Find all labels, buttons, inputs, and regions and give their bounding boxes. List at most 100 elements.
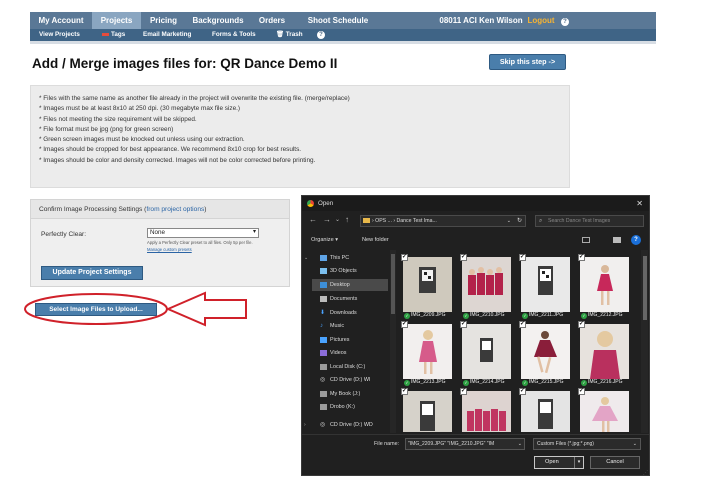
perfectly-clear-select[interactable]: None — [147, 228, 259, 238]
address-bar[interactable]: › OPS ... › Dance Test Ima... ⌄ ↻ — [360, 215, 526, 227]
tree-scroll-thumb[interactable] — [391, 254, 395, 314]
resize-grip-icon[interactable]: ⋰ — [643, 470, 648, 475]
nav-pricing[interactable]: Pricing — [141, 12, 186, 29]
tree-item[interactable]: My Book (J:) — [312, 388, 388, 400]
checkbox-icon[interactable]: ✓ — [460, 388, 467, 395]
nav-orders[interactable]: Orders — [250, 12, 294, 29]
help-icon[interactable]: ? — [631, 235, 641, 245]
new-folder-button[interactable]: New folder — [362, 233, 389, 247]
tree-item[interactable]: Local Disk (C:) — [312, 361, 388, 373]
file-thumbnail[interactable]: ✓ ✓ IMG_2215.JPG — [519, 321, 572, 386]
file-thumbnail[interactable]: ✓ — [401, 388, 454, 432]
file-thumbnail[interactable]: ✓ ✓ IMG_2214.JPG — [460, 321, 513, 387]
tree-item-label: Music — [330, 323, 345, 329]
file-thumbnail[interactable]: ✓ ✓ IMG_2213.JPG — [401, 321, 454, 386]
manage-presets-link[interactable]: Manage custom presets — [147, 247, 192, 252]
nav-divider — [30, 41, 656, 44]
subnav-view-projects[interactable]: View Projects — [39, 29, 80, 41]
up-arrow-icon[interactable]: ↑ — [345, 215, 349, 225]
file-name-text: IMG_2211.JPG — [529, 312, 564, 318]
tree-item-label: Drobo (K:) — [330, 404, 355, 410]
chevron-down-icon[interactable]: ⌄ — [507, 216, 511, 226]
processing-settings-panel: Confirm Image Processing Settings (from … — [30, 199, 290, 287]
close-icon[interactable]: ✕ — [636, 196, 643, 211]
nav-my-account[interactable]: My Account — [30, 12, 92, 29]
chevron-down-icon[interactable]: ⌄ — [335, 215, 340, 225]
tree-item[interactable]: ♪ Music — [312, 320, 388, 332]
back-arrow-icon[interactable]: ← — [309, 215, 317, 225]
chevron-down-icon[interactable]: ⌄ — [633, 439, 637, 449]
chevron-right-icon[interactable]: › — [304, 419, 306, 431]
tree-item[interactable]: Pictures — [312, 334, 388, 346]
tree-scrollbar[interactable] — [390, 250, 396, 433]
view-options-icon[interactable] — [582, 237, 590, 243]
project-options-link[interactable]: from project options — [146, 206, 204, 213]
file-thumbnail[interactable]: ✓ ✓ IMG_2210.JPG — [460, 254, 513, 319]
tree-item[interactable]: ⌄ This PC — [304, 252, 388, 264]
tree-item[interactable]: Videos — [312, 347, 388, 359]
tree-item[interactable]: ⬇ Downloads — [312, 307, 388, 319]
checkbox-icon[interactable]: ✓ — [578, 388, 585, 395]
subnav-help-button[interactable]: ? — [317, 29, 325, 41]
file-name-input[interactable]: "IMG_2209.JPG" "IMG_2210.JPG" "IM ⌄ — [405, 438, 525, 450]
tree-item[interactable]: ◎ CD Drive (D:) WI — [312, 374, 388, 386]
grid-scroll-thumb[interactable] — [642, 256, 647, 320]
checkbox-icon[interactable]: ✓ — [519, 388, 526, 395]
file-thumbnail[interactable]: ✓ ✓ IMG_2211.JPG — [519, 254, 572, 319]
sync-ok-icon: ✓ — [404, 379, 410, 386]
checkbox-icon[interactable]: ✓ — [460, 254, 467, 261]
refresh-icon[interactable]: ↻ — [517, 216, 522, 226]
file-thumbnail[interactable]: ✓ ✓ IMG_2216.JPG — [578, 321, 631, 386]
checkbox-icon[interactable]: ✓ — [578, 254, 585, 261]
dialog-search-input[interactable]: ⌕ Search Dance Test Images — [535, 215, 644, 227]
tree-item-selected[interactable]: Desktop — [312, 279, 388, 291]
logout-link[interactable]: Logout — [524, 12, 558, 29]
open-button[interactable]: Open ▾ — [534, 456, 584, 469]
tree-item[interactable]: › ◎ CD Drive (D:) WD — [304, 419, 388, 431]
checkbox-icon[interactable]: ✓ — [519, 321, 526, 328]
subnav-trash[interactable]: 🗑 Trash — [276, 29, 303, 41]
checkbox-icon[interactable]: ✓ — [519, 254, 526, 261]
nav-backgrounds[interactable]: Backgrounds — [186, 12, 250, 29]
checkbox-icon[interactable]: ✓ — [578, 321, 585, 328]
checkbox-icon[interactable]: ✓ — [401, 388, 408, 395]
file-thumbnail[interactable]: ✓ — [460, 388, 513, 432]
nav-shoot-schedule[interactable]: Shoot Schedule — [294, 12, 382, 29]
top-nav: My Account Projects Pricing Backgrounds … — [30, 12, 656, 29]
tree-item[interactable]: Drobo (K:) — [312, 401, 388, 413]
organize-button[interactable]: Organize ▾ — [311, 233, 338, 247]
file-grid-scrollbar[interactable] — [641, 250, 648, 433]
path-segment[interactable]: OPS ... — [375, 218, 392, 224]
file-name-text: IMG_2214.JPG — [470, 379, 505, 385]
select-files-button[interactable]: Select Image Files to Upload... — [35, 303, 157, 316]
chevron-down-icon[interactable]: ⌄ — [304, 252, 308, 264]
checkbox-icon[interactable]: ✓ — [460, 321, 467, 328]
update-settings-button[interactable]: Update Project Settings — [41, 266, 143, 280]
path-segment[interactable]: Dance Test Ima... — [397, 218, 437, 224]
file-thumbnail[interactable]: ✓ — [519, 388, 572, 432]
checkbox-icon[interactable]: ✓ — [401, 254, 408, 261]
file-name: ✓ IMG_2214.JPG — [462, 378, 513, 387]
subnav-email-marketing[interactable]: Email Marketing — [143, 29, 191, 41]
subnav-tags[interactable]: Tags — [102, 29, 125, 41]
forward-arrow-icon[interactable]: → — [323, 215, 331, 225]
tree-item[interactable]: Documents — [312, 293, 388, 305]
file-thumbnail[interactable]: ✓ ✓ IMG_2209.JPG — [401, 254, 454, 319]
file-thumbnail[interactable]: ✓ ✓ IMG_2212.JPG — [578, 254, 631, 319]
nav-projects[interactable]: Projects — [92, 12, 141, 29]
file-thumbnail[interactable]: ✓ — [578, 388, 631, 432]
chevron-down-icon[interactable]: ⌄ — [518, 439, 522, 449]
preview-pane-icon[interactable] — [613, 237, 621, 243]
file-type-select[interactable]: Custom Files (*.jpg;*.png) ⌄ — [533, 438, 641, 450]
disk-icon — [320, 364, 327, 370]
requirement-line: * Green screen images must be knocked ou… — [39, 136, 245, 144]
chevron-down-icon[interactable]: ▾ — [574, 457, 583, 468]
skip-step-button[interactable]: Skip this step -> — [489, 54, 566, 70]
tree-item-label: Local Disk (C:) — [330, 364, 366, 370]
subnav-forms-tools[interactable]: Forms & Tools — [212, 29, 256, 41]
help-icon: ? — [561, 18, 569, 26]
tree-item[interactable]: 3D Objects — [312, 265, 388, 277]
cancel-button[interactable]: Cancel — [590, 456, 640, 469]
help-button[interactable]: ? — [558, 12, 572, 29]
checkbox-icon[interactable]: ✓ — [401, 321, 408, 328]
